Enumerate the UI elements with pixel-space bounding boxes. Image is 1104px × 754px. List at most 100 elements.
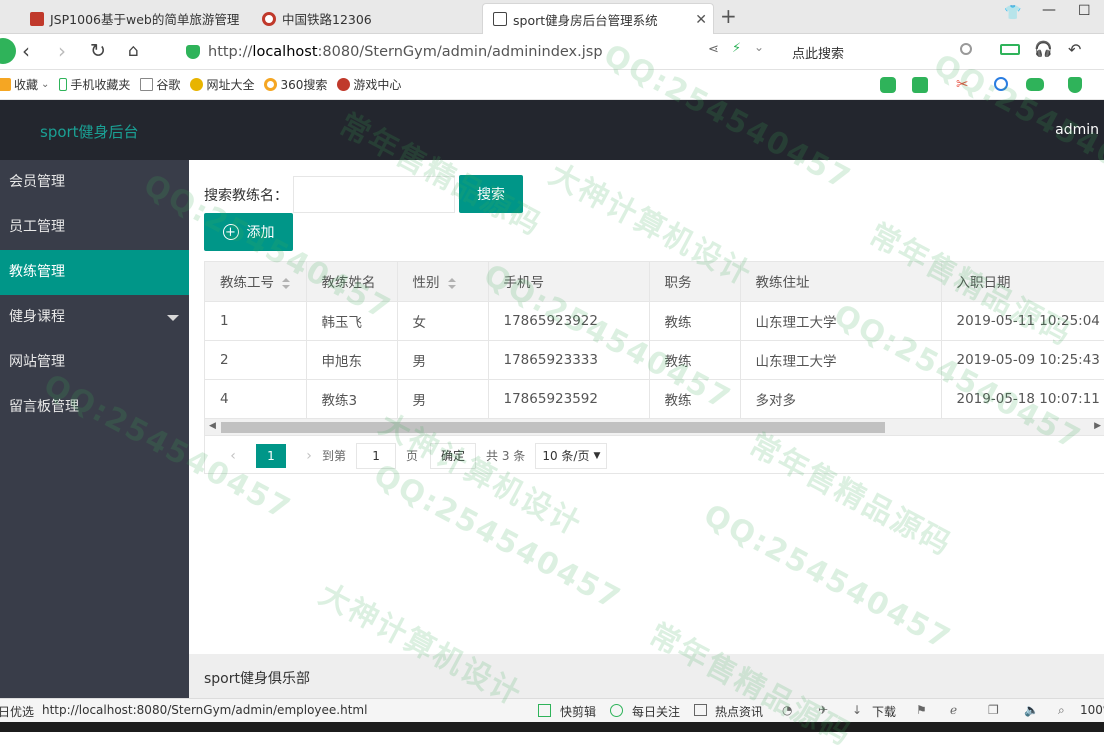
user-name[interactable]: admin [1055,122,1099,138]
os-taskbar [0,722,1104,732]
forward-icon[interactable]: › [58,40,66,62]
tab-favicon-icon [30,11,44,26]
header-label: 职务 [664,275,692,292]
bookmark-sites[interactable]: 网址大全 [190,76,254,93]
page-size-value: 10 条/页 [542,449,590,463]
url-field[interactable]: http:// localhost :8080/SternGym/admin/a… [186,39,776,65]
reload-icon[interactable]: ↻ [90,40,106,62]
dropdown-chevron-icon[interactable]: ⌄ [754,40,764,54]
bookmark-favorites[interactable]: 收藏 ⌄ [0,76,49,93]
status-quick-edit[interactable]: 快剪辑 [560,703,596,720]
add-circle-icon: + [222,224,239,240]
sidebar-item-messages[interactable]: 留言板管理 [0,385,189,430]
footer-text: sport健身俱乐部 [204,671,310,687]
volume-icon[interactable]: 🔈 [1024,703,1039,717]
tab-title: 中国铁路12306 [282,12,372,27]
status-zoom[interactable]: 100% [1080,703,1104,717]
page-current[interactable]: 1 [256,443,286,468]
tab-title: sport健身房后台管理系统 [513,12,658,28]
lightning-icon[interactable]: ⚡ [732,41,741,56]
table-row[interactable]: 2 申旭东 男 17865923333 教练 山东理工大学 2019-05-09… [205,340,1104,380]
bookmark-mobile[interactable]: 手机收藏夹 [59,76,130,93]
column-header-gender[interactable]: 性别 [397,262,489,302]
browser-tab-3-active[interactable]: sport健身房后台管理系统 ✕ [482,3,714,34]
home-icon[interactable]: ⌂ [128,40,139,62]
prev-page-icon[interactable]: ‹ [220,448,246,464]
search-icon[interactable] [960,43,972,55]
status-hot-news[interactable]: 热点资讯 [715,703,763,720]
scroll-right-icon[interactable]: ▶ [1094,421,1101,431]
add-button-label: 添加 [246,225,275,241]
magnifier-icon[interactable] [994,77,1008,91]
search-button[interactable]: 搜索 [459,175,523,213]
table-row[interactable]: 4 教练3 男 17865923592 教练 多对多 2019-05-18 10… [205,379,1104,419]
shield-icon[interactable] [1068,77,1082,93]
bookmark-360-search[interactable]: 360搜索 [264,76,327,93]
cell-position: 教练 [649,340,741,380]
battery-icon[interactable] [1000,44,1020,55]
cell-address: 多对多 [740,379,942,419]
pin-icon[interactable]: ✈ [818,703,828,717]
status-url: http://localhost:8080/SternGym/admin/emp… [42,703,368,717]
sidebar-item-coaches[interactable]: 教练管理 [0,250,189,295]
horizontal-scrollbar[interactable]: ◀ ▶ [205,418,1104,435]
sidebar-item-courses[interactable]: 健身课程 [0,295,189,340]
share-icon[interactable]: ⋖ [708,42,719,57]
window-icon[interactable]: ❐ [988,703,999,717]
star-icon [0,78,11,91]
back-icon[interactable]: ‹ [22,40,30,62]
flag-icon[interactable]: ⚑ [916,703,927,717]
skin-icon[interactable]: 👕 [1004,5,1021,21]
scroll-left-icon[interactable]: ◀ [209,421,216,431]
tab-close-icon[interactable]: ✕ [695,12,707,28]
goto-page-input[interactable]: 1 [356,442,397,469]
next-page-icon[interactable]: › [296,448,322,464]
caret-down-icon [167,315,179,321]
maximize-button[interactable]: ☐ [1078,3,1091,19]
page-size-select[interactable]: 10 条/页 ▼ [535,442,608,469]
status-download[interactable]: 下载 [872,703,896,720]
bookmark-label: 网址大全 [206,78,255,92]
new-tab-button[interactable]: + [720,6,737,26]
column-header-name: 教练姓名 [306,262,398,302]
url-prefix: http:// [208,44,253,60]
zoom-icon: ⌕ [1058,703,1065,717]
browser-tab-1[interactable]: JSP1006基于web的简单旅游管理 [20,3,250,34]
scissors-icon[interactable]: ✂ [956,75,969,93]
cell-id: 4 [205,379,307,419]
headphones-icon[interactable]: 🎧 [1034,40,1053,58]
goto-label: 到第 [322,449,347,463]
gamepad-icon[interactable] [1026,78,1044,91]
column-header-id[interactable]: 教练工号 [205,262,307,302]
translate-icon[interactable] [912,77,928,93]
sidebar-item-members[interactable]: 会员管理 [0,160,189,205]
sidebar-item-label: 会员管理 [9,174,65,190]
status-left-label[interactable]: 日优选 [0,703,34,720]
status-daily-focus[interactable]: 每日关注 [632,703,680,720]
sidebar-item-website[interactable]: 网站管理 [0,340,189,385]
sort-icon[interactable] [447,277,456,289]
goto-confirm-button[interactable]: 确定 [430,442,477,469]
ie-icon[interactable]: ℯ [950,703,957,717]
bookmark-label: 360搜索 [280,78,328,92]
sidebar-item-label: 健身课程 [9,309,65,325]
app-brand[interactable]: sport健身后台 [40,121,139,142]
undo-icon[interactable]: ↶ [1068,40,1081,59]
browser-tab-2[interactable]: 中国铁路12306 [252,3,482,34]
total-count: 共 3 条 [486,449,526,463]
minimize-button[interactable]: — [1042,2,1056,18]
sidebar-item-staff[interactable]: 员工管理 [0,205,189,250]
add-button[interactable]: + 添加 [204,213,293,251]
speed-icon[interactable]: ◔ [782,703,792,717]
wechat-icon[interactable] [880,77,896,93]
header-label: 性别 [412,275,440,292]
bookmark-google[interactable]: 谷歌 [140,76,180,93]
table-header-row: 教练工号 教练姓名 性别 手机号 职务 教练住址 入职日期 [205,262,1104,302]
table-row[interactable]: 1 韩玉飞 女 17865923922 教练 山东理工大学 2019-05-11… [205,301,1104,341]
browser-search-box[interactable]: 点此搜索 [786,40,976,64]
bookmark-games[interactable]: 游戏中心 [337,76,401,93]
sort-icon[interactable] [282,277,290,289]
coach-name-search-input[interactable] [293,176,455,213]
cell-address: 山东理工大学 [740,340,942,380]
scrollbar-thumb[interactable] [221,422,885,433]
